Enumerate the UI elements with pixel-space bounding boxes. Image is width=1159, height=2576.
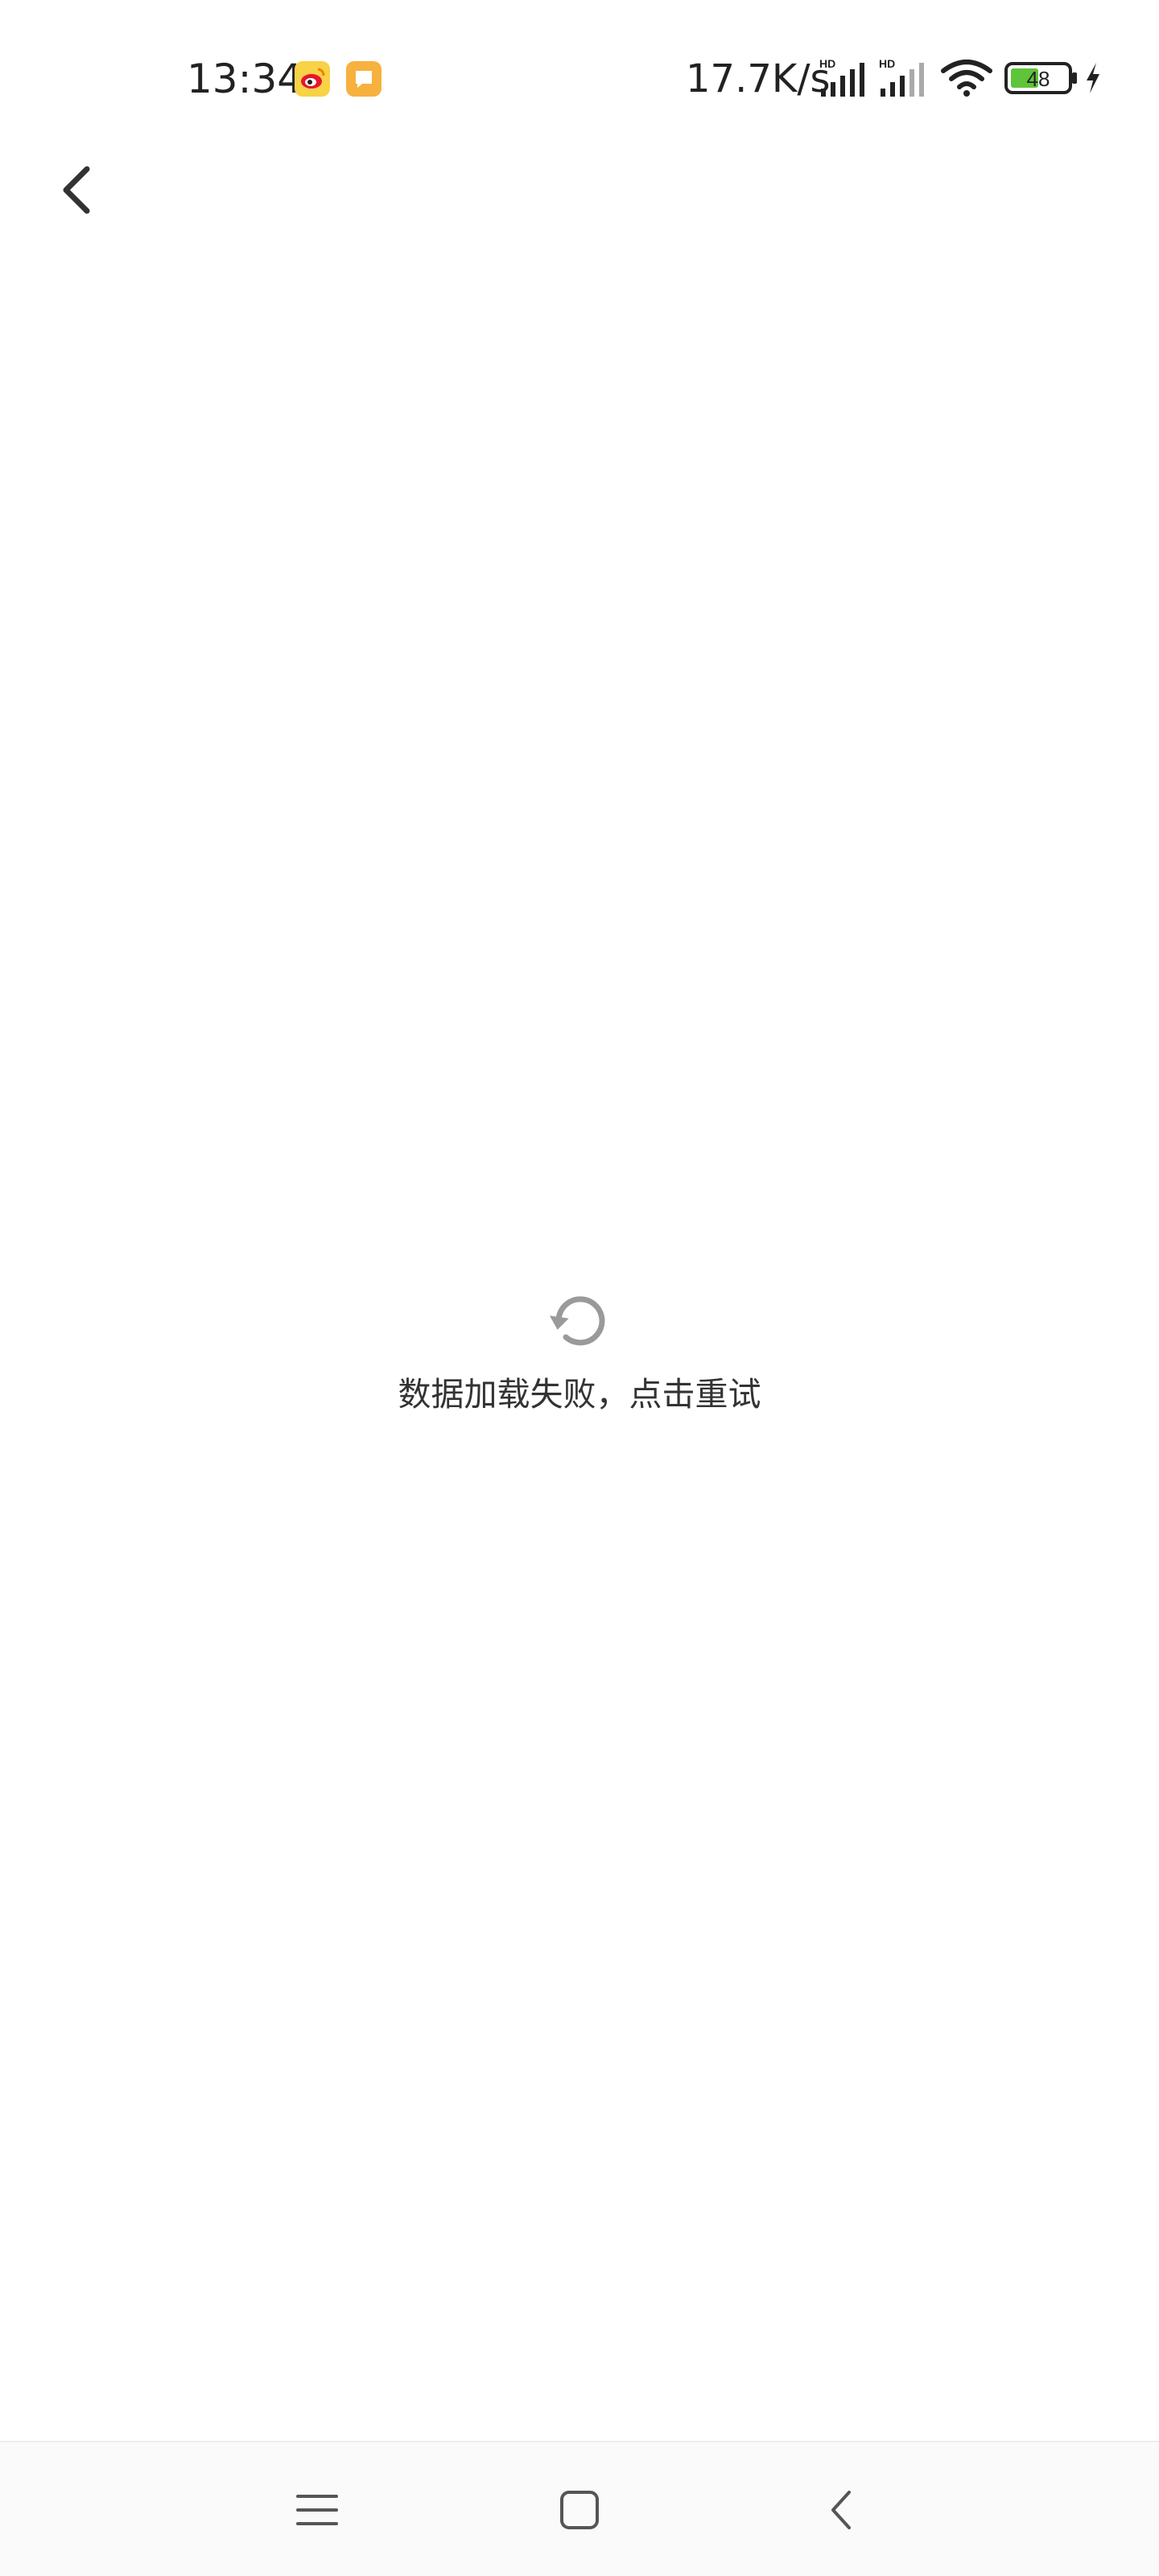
nav-back-button[interactable] bbox=[810, 2478, 874, 2542]
status-bar: 13:34 17.7K/s HD HD 48 bbox=[0, 0, 1159, 153]
error-message[interactable]: 数据加载失败，点击重试 bbox=[338, 1370, 821, 1418]
screen: 13:34 17.7K/s HD HD 48 数据加载失败，点击重试 bbox=[0, 0, 1159, 2576]
wifi-icon bbox=[940, 58, 993, 98]
battery-level: 48 bbox=[1027, 67, 1050, 91]
charging-icon bbox=[1083, 61, 1103, 95]
back-icon bbox=[831, 2491, 851, 2529]
chevron-left-icon bbox=[63, 166, 90, 214]
back-button[interactable] bbox=[35, 150, 116, 230]
system-nav-bar bbox=[0, 2441, 1159, 2576]
battery-icon: 48 bbox=[1004, 61, 1079, 95]
refresh-icon[interactable] bbox=[546, 1288, 612, 1354]
nav-home-button[interactable] bbox=[547, 2478, 612, 2542]
signal-hd-label: HD bbox=[819, 57, 835, 70]
weibo-icon bbox=[295, 61, 330, 97]
menu-icon bbox=[296, 2495, 338, 2525]
network-speed: 17.7K/s bbox=[686, 56, 831, 101]
status-time: 13:34 bbox=[187, 56, 303, 102]
nav-menu-button[interactable] bbox=[285, 2478, 349, 2542]
signal-icon-2: HD bbox=[877, 56, 929, 98]
signal-icon: HD bbox=[818, 56, 869, 98]
retry-area[interactable]: 数据加载失败，点击重试 bbox=[338, 1280, 821, 1433]
home-icon bbox=[560, 2491, 599, 2529]
signal-hd-label-2: HD bbox=[879, 57, 895, 70]
message-icon bbox=[346, 61, 382, 97]
